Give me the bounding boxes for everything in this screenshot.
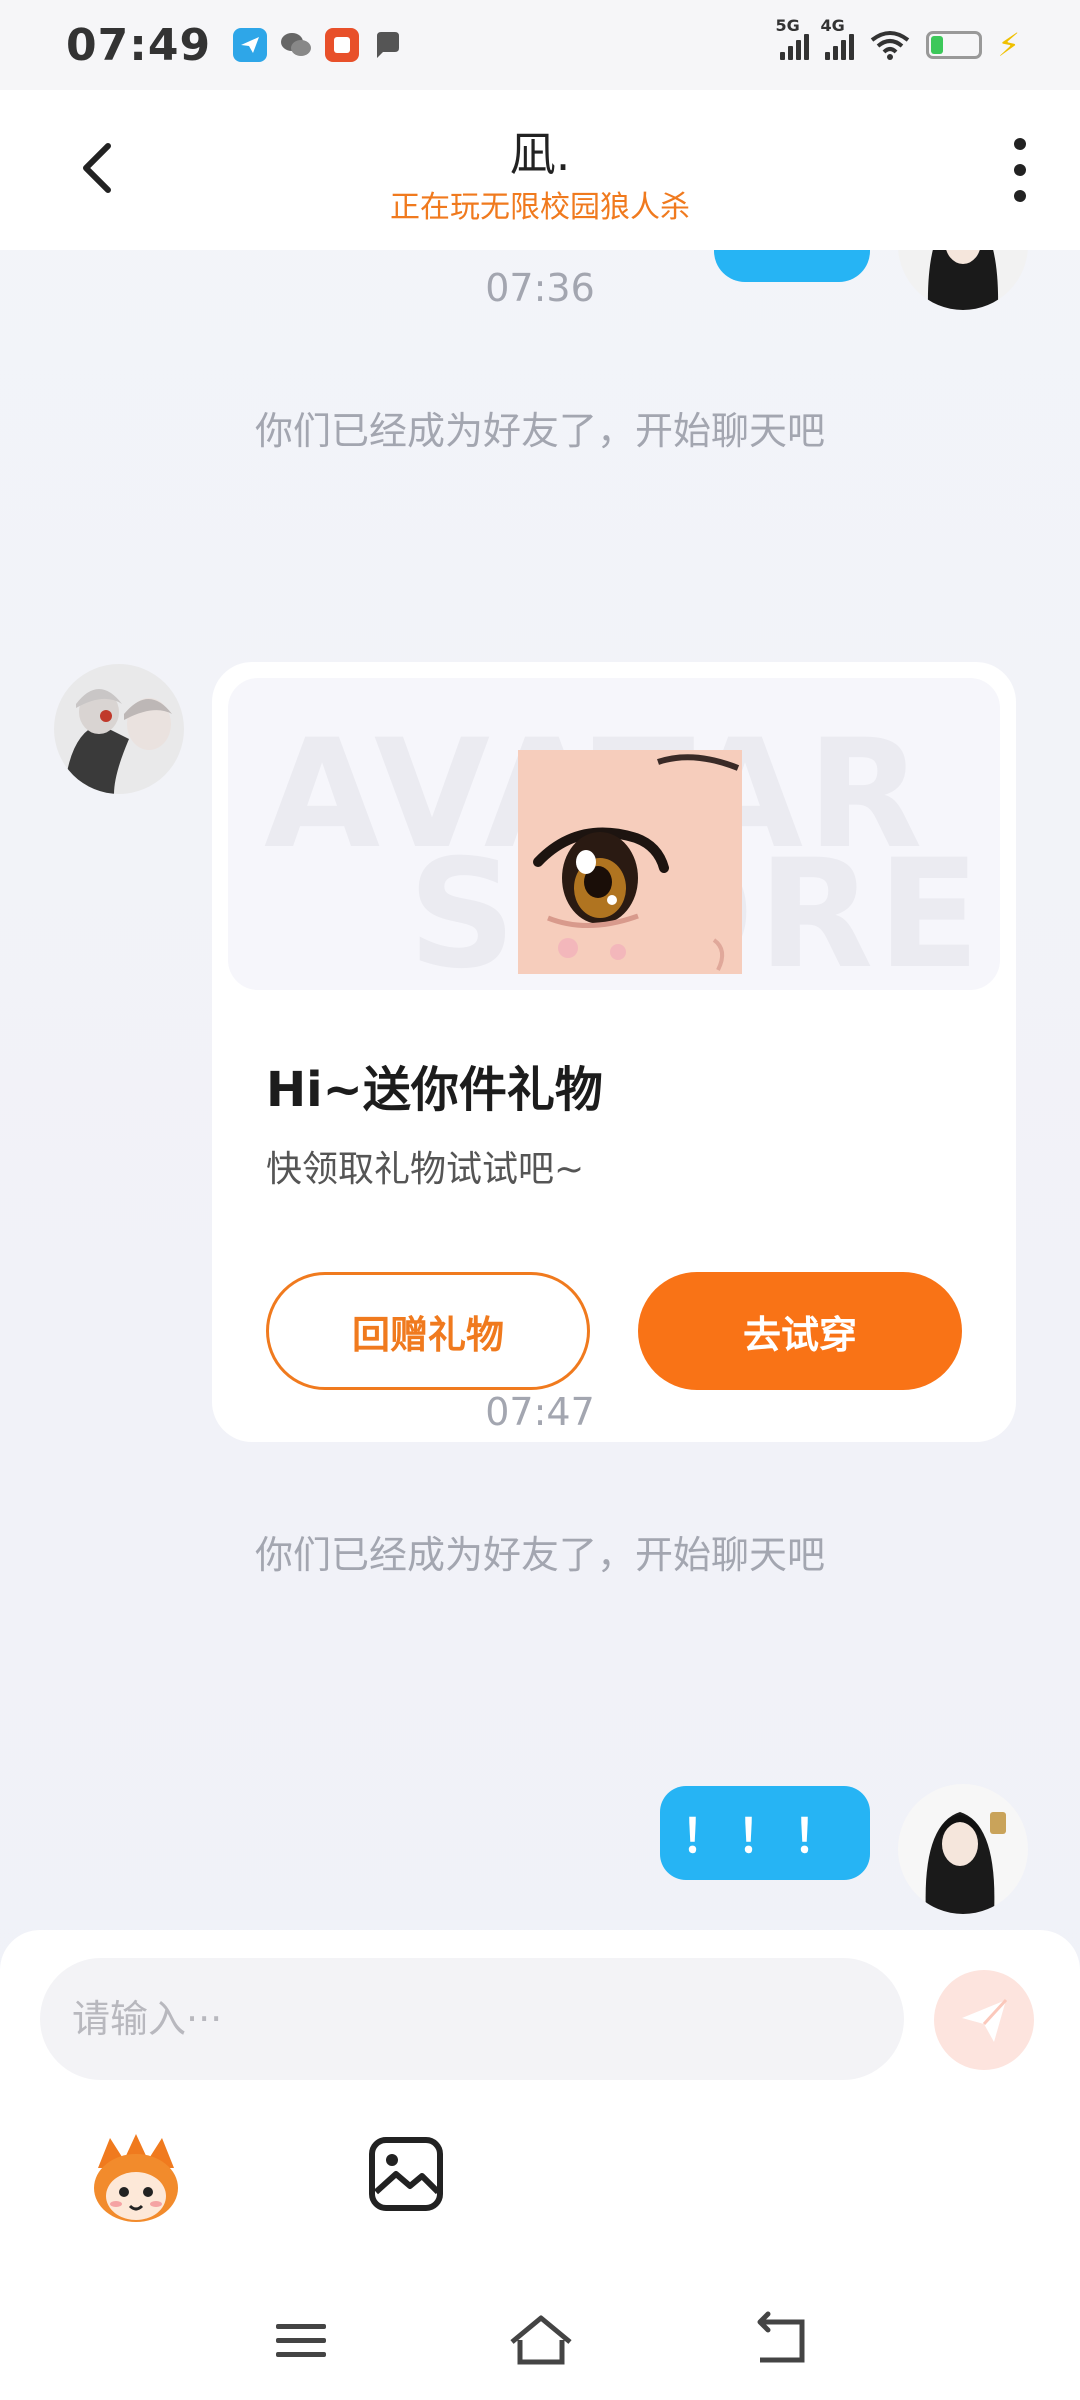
more-options-button[interactable]: [1000, 138, 1040, 202]
gift-item-image[interactable]: [518, 750, 742, 974]
friend-avatar[interactable]: [54, 664, 184, 794]
mascot-emoji-icon: [94, 2134, 178, 2222]
image-icon: [369, 2137, 443, 2211]
paper-plane-icon: [962, 1998, 1008, 2042]
self-avatar[interactable]: [898, 1784, 1028, 1914]
image-picker-button[interactable]: [366, 2134, 446, 2214]
chat-header: 凪. 正在玩无限校园狼人杀: [0, 90, 1080, 250]
message-bubble-self[interactable]: ！！！: [660, 1786, 870, 1880]
gift-subtitle: 快领取礼物试试吧~: [266, 1149, 585, 1190]
send-button[interactable]: [934, 1970, 1034, 2070]
gift-preview[interactable]: AVATAR STORE: [228, 678, 1000, 990]
menu-icon[interactable]: [266, 2310, 336, 2370]
timestamp: 07:36: [485, 266, 595, 310]
notification-icons: [233, 28, 405, 62]
status-time: 07:49: [66, 19, 212, 71]
system-navigation-bar: [0, 2280, 1080, 2400]
message-icon: [371, 28, 405, 62]
system-indicators: 5G 4G ⚡: [776, 16, 1020, 64]
battery-icon: [925, 31, 982, 59]
signal-5g-icon: 5G: [776, 16, 809, 60]
wechat-icon: [279, 28, 313, 62]
signal-4g-icon: 4G: [821, 16, 854, 60]
back-icon[interactable]: [746, 2310, 816, 2370]
chat-message-list[interactable]: 07:36 你们已经成为好友了，开始聊天吧 AVATAR STORE: [0, 250, 1080, 1930]
app-notification-icon: [233, 28, 268, 62]
wifi-icon: [870, 31, 909, 60]
contact-status[interactable]: 正在玩无限校园狼人杀: [0, 182, 1080, 226]
status-bar: 07:49 5G 4G ⚡: [0, 0, 1080, 90]
contact-name: 凪.: [509, 127, 571, 181]
app-notification-icon: [325, 28, 360, 62]
gift-card[interactable]: AVATAR STORE Hi~送你件礼物: [212, 662, 1016, 1442]
gift-title: Hi~送你件礼物: [266, 1062, 603, 1118]
timestamp: 07:47: [485, 1390, 595, 1434]
system-message: 你们已经成为好友了，开始聊天吧: [254, 1533, 825, 1577]
mascot-emoji-button[interactable]: [86, 2130, 186, 2230]
more-vertical-icon: [1014, 138, 1026, 150]
system-message: 你们已经成为好友了，开始聊天吧: [254, 409, 825, 453]
message-input[interactable]: [40, 1958, 904, 2080]
home-icon[interactable]: [506, 2310, 576, 2370]
try-on-button[interactable]: 去试穿: [638, 1272, 962, 1390]
return-gift-button[interactable]: 回赠礼物: [266, 1272, 590, 1390]
charging-icon: ⚡: [997, 26, 1020, 64]
